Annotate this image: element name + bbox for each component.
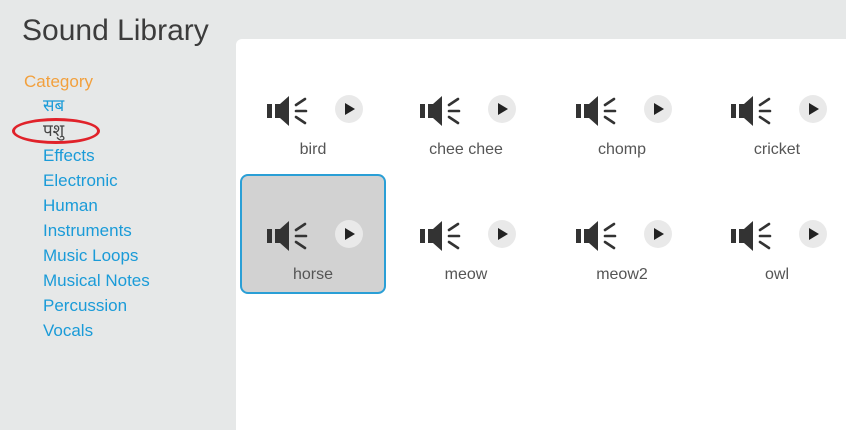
category-item-human[interactable]: Human [24, 193, 224, 218]
play-button[interactable] [799, 95, 827, 123]
sound-tile-horse[interactable]: horse [240, 174, 386, 294]
play-button[interactable] [335, 220, 363, 248]
sound-label: meow [444, 266, 488, 283]
category-item-electronic[interactable]: Electronic [24, 168, 224, 193]
play-icon [498, 103, 508, 115]
play-button[interactable] [335, 95, 363, 123]
sound-label: meow2 [596, 266, 648, 283]
category-heading: Category [24, 72, 93, 91]
category-item-label: पशु [43, 121, 65, 140]
play-icon [809, 228, 819, 240]
sound-label: horse [292, 266, 334, 283]
sound-tile-owl[interactable]: owl [704, 174, 846, 294]
play-button[interactable] [644, 220, 672, 248]
category-item-music-loops[interactable]: Music Loops [24, 243, 224, 268]
sound-label: cricket [753, 141, 801, 158]
play-icon [809, 103, 819, 115]
speaker-icon [267, 221, 308, 251]
sound-tile-meow2[interactable]: meow2 [549, 174, 695, 294]
play-button[interactable] [799, 220, 827, 248]
play-icon [345, 228, 355, 240]
sound-label: chee chee [429, 141, 503, 158]
play-icon [345, 103, 355, 115]
play-icon [654, 103, 664, 115]
category-item-animals[interactable]: पशु [12, 118, 224, 144]
speaker-icon [420, 96, 461, 126]
category-list: सब पशु Effects Electronic Human Instrume… [12, 93, 224, 343]
speaker-icon [731, 221, 772, 251]
play-icon [654, 228, 664, 240]
sound-grid: bird chee chee chomp cricket horse meow … [236, 39, 846, 430]
sound-label: bird [299, 141, 327, 158]
sound-tile-meow[interactable]: meow [393, 174, 539, 294]
sound-label: owl [764, 266, 789, 283]
sound-label: chomp [597, 141, 647, 158]
category-item-effects[interactable]: Effects [24, 143, 224, 168]
category-item-instruments[interactable]: Instruments [24, 218, 224, 243]
category-item-musical-notes[interactable]: Musical Notes [24, 268, 224, 293]
speaker-icon [576, 221, 617, 251]
play-button[interactable] [488, 95, 516, 123]
category-item-all[interactable]: सब [24, 93, 224, 118]
sound-tile-cricket[interactable]: cricket [704, 49, 846, 169]
speaker-icon [420, 221, 461, 251]
sound-tile-chee-chee[interactable]: chee chee [393, 49, 539, 169]
sound-grid-panel[interactable]: bird chee chee chomp cricket horse meow … [236, 39, 846, 430]
play-button[interactable] [488, 220, 516, 248]
sound-tile-bird[interactable]: bird [240, 49, 386, 169]
play-button[interactable] [644, 95, 672, 123]
category-item-vocals[interactable]: Vocals [24, 318, 224, 343]
speaker-icon [731, 96, 772, 126]
category-item-percussion[interactable]: Percussion [24, 293, 224, 318]
play-icon [498, 228, 508, 240]
category-sidebar: Category सब पशु Effects Electronic Human… [12, 72, 224, 343]
speaker-icon [267, 96, 308, 126]
sound-tile-chomp[interactable]: chomp [549, 49, 695, 169]
speaker-icon [576, 96, 617, 126]
page-title: Sound Library [22, 14, 209, 47]
